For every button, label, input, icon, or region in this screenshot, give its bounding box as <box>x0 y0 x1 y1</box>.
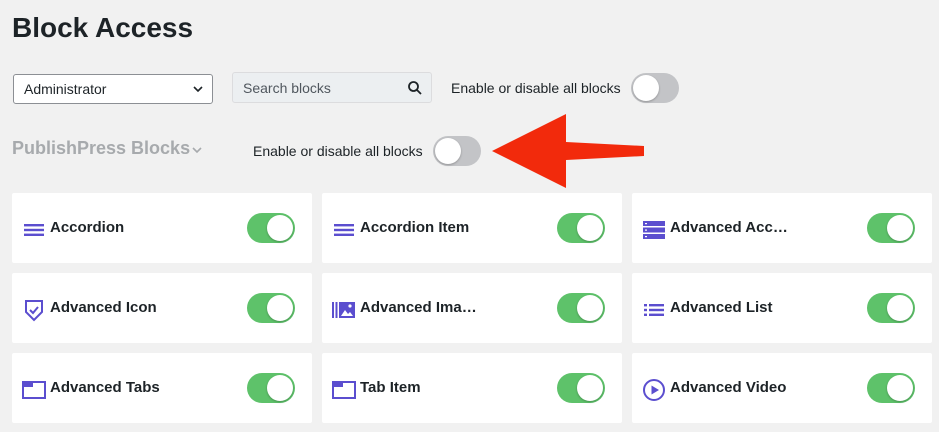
section-title[interactable]: PublishPress Blocks <box>12 138 190 159</box>
bullet-list-icon <box>644 304 664 316</box>
block-label: Advanced Video <box>670 379 787 396</box>
block-toggle[interactable] <box>247 373 295 403</box>
block-label: Tab Item <box>360 379 421 396</box>
block-label: Accordion <box>50 219 125 236</box>
play-circle-icon <box>643 379 665 401</box>
block-card: Advanced Ima… <box>322 273 622 343</box>
red-arrow-annotation <box>492 114 644 188</box>
block-toggle[interactable] <box>867 373 915 403</box>
search-icon[interactable] <box>407 80 423 96</box>
block-card: Accordion Item <box>322 193 622 263</box>
block-toggle[interactable] <box>867 293 915 323</box>
role-select[interactable]: Administrator <box>13 74 213 104</box>
block-label: Advanced Icon <box>50 299 157 316</box>
search-input[interactable] <box>233 73 398 102</box>
switch-knob <box>633 75 659 101</box>
block-label: Advanced Ima… <box>360 299 477 316</box>
block-toggle[interactable] <box>557 293 605 323</box>
tab-window-icon <box>22 381 46 399</box>
switch-knob <box>887 375 913 401</box>
tab-window-icon <box>332 381 356 399</box>
block-card: Tab Item <box>322 353 622 423</box>
block-toggle[interactable] <box>557 373 605 403</box>
switch-knob <box>577 375 603 401</box>
switch-knob <box>267 295 293 321</box>
block-toggle[interactable] <box>247 293 295 323</box>
switch-knob <box>267 375 293 401</box>
block-toggle[interactable] <box>867 213 915 243</box>
role-select-value: Administrator <box>24 81 107 97</box>
switch-knob <box>267 215 293 241</box>
switch-knob <box>887 215 913 241</box>
block-card: Advanced Acc… <box>632 193 932 263</box>
block-card: Advanced List <box>632 273 932 343</box>
shield-check-icon <box>25 300 43 322</box>
block-card: Advanced Video <box>632 353 932 423</box>
switch-knob <box>435 138 461 164</box>
section-toggle-label: Enable or disable all blocks <box>253 143 423 159</box>
section-toggle-switch[interactable] <box>433 136 481 166</box>
block-card: Advanced Tabs <box>12 353 312 423</box>
chevron-down-icon <box>193 86 203 93</box>
block-label: Advanced Tabs <box>50 379 160 396</box>
block-toggle[interactable] <box>247 213 295 243</box>
chevron-down-icon[interactable] <box>190 143 204 157</box>
toggle-all-label: Enable or disable all blocks <box>451 80 621 96</box>
switch-knob <box>887 295 913 321</box>
block-toggle[interactable] <box>557 213 605 243</box>
block-label: Accordion Item <box>360 219 470 236</box>
toggle-all-switch[interactable] <box>631 73 679 103</box>
image-gallery-icon <box>332 302 355 318</box>
server-list-icon <box>643 221 665 239</box>
block-card: Advanced Icon <box>12 273 312 343</box>
search-box[interactable] <box>232 72 432 103</box>
switch-knob <box>577 215 603 241</box>
menu-lines-icon <box>334 224 354 236</box>
switch-knob <box>577 295 603 321</box>
page-title: Block Access <box>12 12 194 43</box>
block-label: Advanced List <box>670 299 773 316</box>
menu-lines-icon <box>24 224 44 236</box>
block-card: Accordion <box>12 193 312 263</box>
block-label: Advanced Acc… <box>670 219 788 236</box>
